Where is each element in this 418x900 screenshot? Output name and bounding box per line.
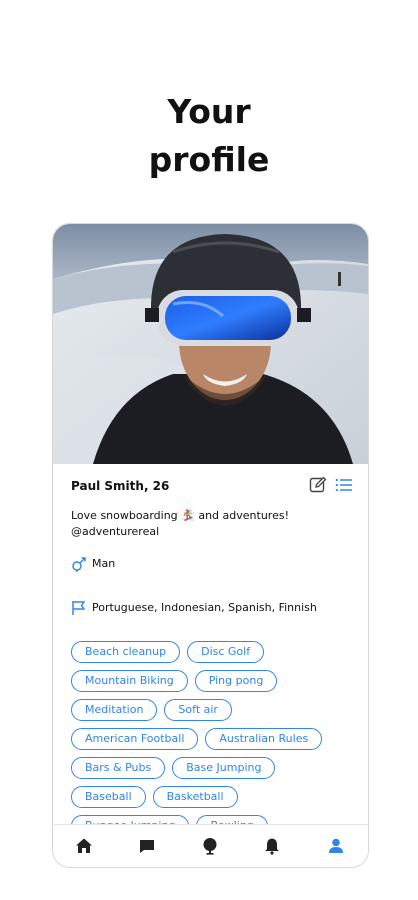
interest-chip[interactable]: Australian Rules <box>205 728 323 750</box>
gender-icon <box>72 557 86 572</box>
home-icon[interactable] <box>74 836 94 856</box>
bio-text-start: Love snowboarding <box>71 509 182 522</box>
page-heading: Your profile <box>0 88 418 184</box>
interest-chip[interactable]: Soft air <box>164 699 232 721</box>
interest-chip[interactable]: American Football <box>71 728 199 750</box>
interest-chip[interactable]: Bars & Pubs <box>71 757 166 779</box>
interest-row: Beach cleanup Disc Golf <box>71 641 353 663</box>
interest-row: American Football Australian Rules <box>71 728 353 750</box>
name-row: Paul Smith, 26 <box>71 476 353 498</box>
profile-name: Paul Smith, 26 <box>71 479 170 493</box>
interests-list: Beach cleanup Disc Golf Mountain Biking … <box>71 641 353 825</box>
heading-line-1: Your <box>167 92 251 131</box>
interest-chip[interactable]: Baseball <box>71 786 146 808</box>
flag-icon <box>72 601 86 615</box>
edit-icon[interactable] <box>309 476 327 494</box>
gender-label: Man <box>92 557 116 570</box>
explore-icon[interactable] <box>200 836 220 856</box>
interest-chip[interactable]: Meditation <box>71 699 158 721</box>
interest-chip[interactable]: Basketball <box>152 786 238 808</box>
bottom-tab-bar <box>53 824 368 867</box>
bio-handle: @adventurereal <box>71 525 160 538</box>
chat-icon[interactable] <box>137 836 157 856</box>
bio-text-end: and adventures! <box>194 509 289 522</box>
interest-chip[interactable]: Disc Golf <box>187 641 265 663</box>
bell-icon[interactable] <box>262 836 282 856</box>
profile-bio: Love snowboarding 🏂 and adventures! @adv… <box>71 508 351 540</box>
snowboard-emoji: 🏂 <box>181 509 195 522</box>
profile-photo <box>53 224 368 464</box>
interest-chip[interactable]: Beach cleanup <box>71 641 181 663</box>
interest-row: Baseball Basketball <box>71 786 353 808</box>
interest-row: Mountain Biking Ping pong <box>71 670 353 692</box>
languages-label: Portuguese, Indonesian, Spanish, Finnish <box>92 601 317 614</box>
interest-chip[interactable]: Ping pong <box>194 670 278 692</box>
bio-text-line: Love snowboarding 🏂 and adventures! <box>71 508 351 524</box>
list-icon[interactable] <box>335 476 353 494</box>
phone-frame: Paul Smith, 26 Love snowboarding 🏂 and a… <box>52 223 369 868</box>
interest-row: Meditation Soft air <box>71 699 353 721</box>
interest-chip[interactable]: Mountain Biking <box>71 670 188 692</box>
profile-icon[interactable] <box>326 836 346 856</box>
interest-chip[interactable]: Base Jumping <box>172 757 276 779</box>
interest-row: Bars & Pubs Base Jumping <box>71 757 353 779</box>
heading-line-2: profile <box>148 140 270 179</box>
